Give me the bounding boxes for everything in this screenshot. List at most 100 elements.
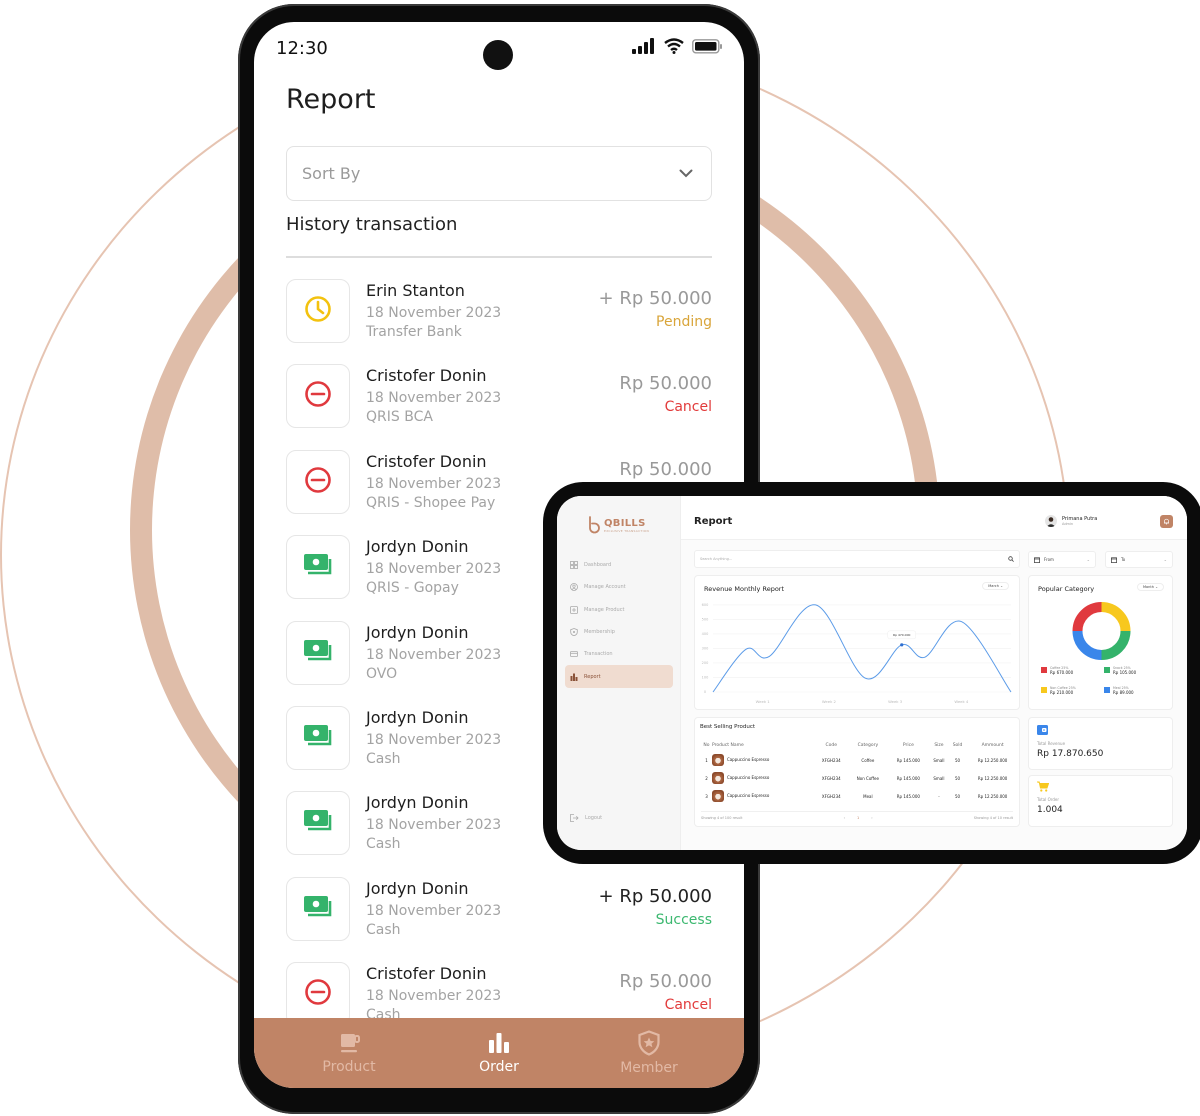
- nav-item-order[interactable]: Order: [439, 1031, 559, 1075]
- column-header: Sold: [952, 743, 963, 748]
- y-tick-label: 600: [702, 603, 709, 607]
- to-date-picker[interactable]: To ⌄: [1105, 551, 1173, 568]
- logout-label: Logout: [585, 815, 603, 821]
- transaction-icon-box: [286, 279, 350, 343]
- transaction-name: Cristofer Donin: [366, 451, 487, 471]
- donut-slice-snack[interactable]: [1101, 630, 1131, 660]
- transaction-date: 18 November 2023: [366, 305, 502, 321]
- donut-slice-coffee[interactable]: [1072, 602, 1102, 632]
- search-icon: [1008, 556, 1014, 562]
- cart-icon: [1037, 781, 1049, 792]
- prev-page-button[interactable]: ‹: [844, 816, 845, 820]
- bar-chart-icon: [570, 673, 578, 681]
- transaction-name: Jordyn Donin: [366, 793, 469, 813]
- notification-button[interactable]: [1160, 515, 1173, 528]
- wifi-icon: [664, 38, 684, 54]
- nav-item-product[interactable]: Product: [289, 1031, 409, 1075]
- popular-category-card: Popular Category Month ⌄ Coffee 25% Rp 67…: [1028, 575, 1173, 710]
- donut-slice-meal[interactable]: [1072, 630, 1102, 660]
- table-cell: 2: [705, 775, 708, 781]
- divider: [286, 256, 712, 258]
- sidebar-label: Dashboard: [584, 562, 612, 569]
- from-label: From: [1044, 557, 1054, 562]
- product-thumbnail: [711, 754, 724, 766]
- nav-label-member: Member: [620, 1060, 678, 1076]
- highlight-point[interactable]: [900, 643, 904, 647]
- transaction-name: Erin Stanton: [366, 281, 465, 300]
- sort-by-dropdown[interactable]: Sort By: [286, 146, 712, 201]
- battery-icon: [692, 38, 722, 54]
- money-icon: [302, 894, 334, 924]
- pagination: ‹ 1 ›: [844, 816, 873, 820]
- table-cell: Coffee: [861, 757, 875, 763]
- transaction-name: Jordyn Donin: [366, 707, 469, 727]
- user-circle-icon: [570, 583, 578, 592]
- sort-by-placeholder: Sort By: [302, 164, 361, 183]
- transaction-amount: Rp 50.000: [619, 458, 712, 480]
- best-selling-table: No Product Name Code Category Price Size Sold A…: [701, 740, 1019, 805]
- money-icon: [302, 552, 334, 582]
- result-count-right: Showing 4 of 10 result: [973, 816, 1013, 820]
- transaction-status: Cancel: [664, 399, 712, 416]
- money-icon: [302, 808, 334, 838]
- transaction-item[interactable]: Cristofer Donin 18 November 2023 QRIS BCA R…: [286, 364, 712, 449]
- transaction-date: 18 November 2023: [366, 561, 502, 578]
- from-date-picker[interactable]: From ⌄: [1028, 551, 1096, 568]
- header: Report Primana Putra Admin: [681, 496, 1187, 540]
- logout-icon: [570, 814, 579, 822]
- nav-label-product: Product: [322, 1059, 376, 1075]
- table-row[interactable]: 1 Cappuccino Espresso XFGH234 Coffee Rp 145.…: [701, 751, 1019, 769]
- total-revenue-label: Total Revenue: [1037, 741, 1066, 746]
- status-bar: 12:30: [254, 22, 744, 78]
- table-cell: XFGH234: [821, 757, 841, 763]
- transaction-amount: + Rp 50.000: [598, 885, 712, 907]
- sidebar-item-transaction[interactable]: Transaction: [565, 643, 673, 665]
- legend-swatch: [1104, 667, 1110, 673]
- tablet-mockup: QBILLS EXCLUSIVE TRANSACTION Dashboard M…: [543, 482, 1200, 864]
- current-page[interactable]: 1: [857, 816, 859, 820]
- shield-star-icon: [570, 628, 578, 637]
- product-name: Cappuccino Espresso: [726, 775, 770, 780]
- table-cell: Rp 145.000: [896, 757, 920, 763]
- sidebar-item-report[interactable]: Report: [565, 665, 673, 688]
- transaction-item[interactable]: Jordyn Donin 18 November 2023 Cash + Rp 50.…: [286, 876, 712, 962]
- sidebar-item-dashboard[interactable]: Dashboard: [565, 554, 673, 576]
- transaction-date: 18 November 2023: [366, 646, 502, 663]
- table-cell: Meal: [863, 793, 873, 799]
- sidebar-item-manage-account[interactable]: Manage Account: [565, 576, 673, 598]
- donut-slice-non-coffee[interactable]: [1101, 602, 1131, 632]
- total-order-label: Total Order: [1037, 797, 1059, 802]
- transaction-date: 18 November 2023: [366, 390, 502, 407]
- sidebar-item-membership[interactable]: Membership: [565, 621, 673, 643]
- user-role: Admin: [1062, 522, 1074, 526]
- transaction-method: Cash: [366, 921, 401, 938]
- table-header-row: No Product Name Code Category Price Size Sold A…: [701, 740, 1019, 751]
- user-profile[interactable]: Primana Putra Admin: [1045, 515, 1097, 527]
- transaction-icon-box: [286, 449, 350, 514]
- shield-star-icon: [638, 1030, 660, 1056]
- avatar: [1045, 515, 1057, 527]
- transaction-date: 18 November 2023: [366, 475, 502, 492]
- transaction-method: Cash: [366, 750, 401, 767]
- transaction-method: QRIS - Shopee Pay: [366, 494, 496, 511]
- logout-button[interactable]: Logout: [570, 814, 602, 822]
- bar-chart-icon: [489, 1033, 509, 1053]
- search-input[interactable]: Search Anything...: [694, 550, 1020, 568]
- nav-label-order: Order: [479, 1059, 519, 1075]
- sidebar-label: Membership: [584, 629, 615, 636]
- page-title: Report: [694, 516, 733, 527]
- x-tick-label: Week 4: [954, 699, 969, 704]
- table-row[interactable]: 2 Cappuccino Espresso XFGH234 Non Coffee Rp …: [701, 769, 1019, 787]
- sidebar-item-manage-product[interactable]: Manage Product: [565, 599, 673, 621]
- table-row[interactable]: 3 Cappuccino Espresso XFGH234 Meal Rp 145.00…: [701, 787, 1019, 805]
- qbills-logo-icon: [589, 516, 600, 534]
- table-cell: 3: [705, 793, 708, 799]
- table-cell: XFGH234: [821, 793, 841, 799]
- brand-logo: QBILLS EXCLUSIVE TRANSACTION: [587, 516, 649, 534]
- next-page-button[interactable]: ›: [871, 816, 872, 820]
- nav-item-member[interactable]: Member: [589, 1030, 709, 1076]
- transaction-name: Jordyn Donin: [366, 537, 469, 557]
- transaction-item[interactable]: Erin Stanton 18 November 2023 Transfer Ban…: [286, 279, 712, 364]
- y-tick-label: 100: [702, 676, 709, 680]
- revenue-chart-card: Revenue Monthly Report March ⌄ 0 100 200 30…: [694, 575, 1020, 710]
